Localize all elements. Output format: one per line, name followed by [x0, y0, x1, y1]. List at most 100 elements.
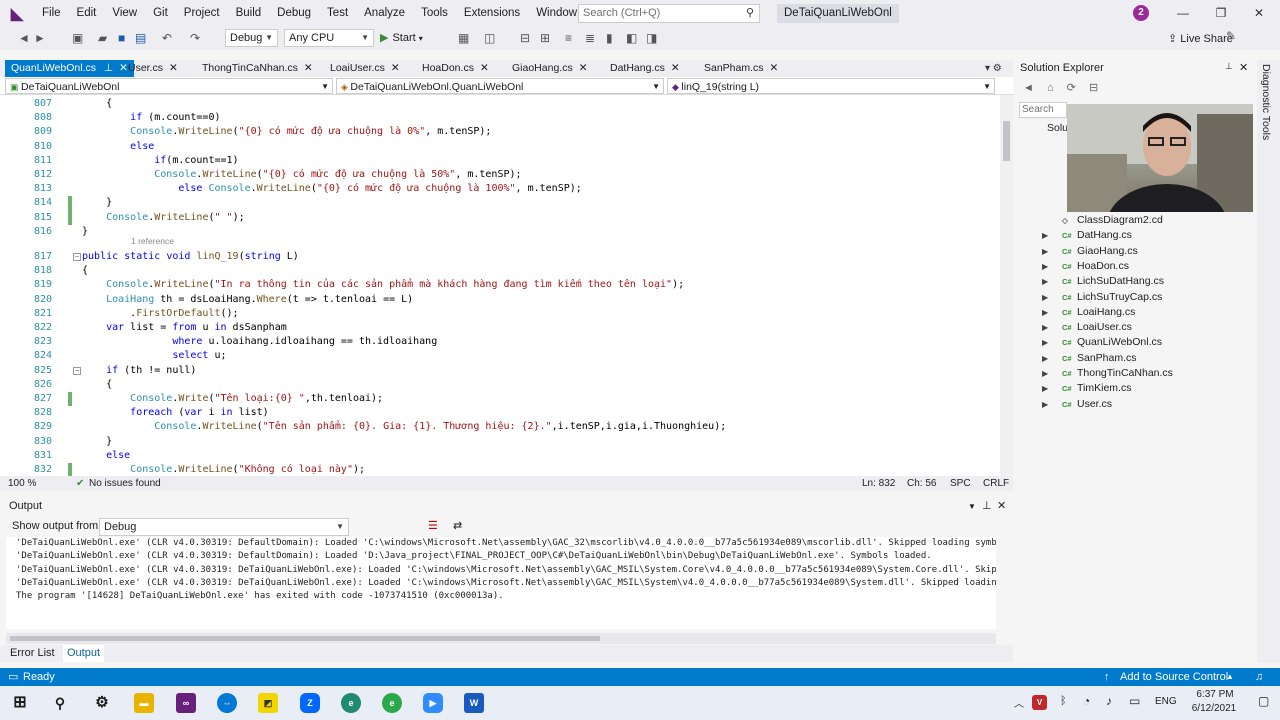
source-control-button[interactable]: Add to Source Control — [1120, 668, 1228, 686]
solution-item[interactable]: ▶ C# TimKiem.cs — [1017, 381, 1254, 396]
code-line[interactable]: { — [82, 97, 1013, 111]
minimize-button[interactable]: — — [1164, 0, 1202, 27]
undo-icon[interactable]: ↶ — [162, 31, 172, 45]
scrollbar-thumb[interactable] — [1003, 121, 1010, 161]
vietkey-icon[interactable]: V — [1032, 695, 1047, 710]
close-tab-icon[interactable]: ✕ — [169, 62, 178, 74]
close-panel-icon[interactable]: ✕ — [997, 498, 1006, 515]
settings-gear-icon[interactable]: ⚙ — [92, 693, 112, 713]
code-line[interactable]: where u.loaihang.idloaihang == th.idloai… — [82, 335, 1013, 349]
tab-dathang-cs[interactable]: DatHang.cs ✕ — [604, 60, 686, 77]
solution-item[interactable]: ▶ C# GiaoHang.cs — [1017, 244, 1254, 259]
code-line[interactable]: Console.WriteLine("In ra thông tin của c… — [82, 278, 1013, 292]
visual-studio-icon[interactable]: ∞ — [176, 693, 196, 713]
expand-arrow-icon[interactable]: ▶ — [1042, 381, 1048, 396]
zalo-icon[interactable]: Z — [300, 693, 320, 713]
code-line[interactable]: .FirstOrDefault(); — [82, 307, 1013, 321]
new-project-icon[interactable]: ▣ — [72, 31, 83, 45]
tab-quanliwebonl-cs[interactable]: QuanLiWebOnl.cs ⊥ ✕ — [5, 60, 134, 77]
feedback-icon[interactable]: ✎ — [1226, 29, 1236, 43]
menu-item-tools[interactable]: Tools — [413, 0, 456, 27]
code-line[interactable]: Console.WriteLine(" "); — [82, 211, 1013, 225]
code-line[interactable]: foreach (var i in list) — [82, 406, 1013, 420]
word-icon[interactable]: W — [464, 693, 484, 713]
solution-item[interactable]: ▶ C# User.cs — [1017, 397, 1254, 412]
open-folder-icon[interactable]: ▰ — [98, 31, 107, 45]
bottom-tab-error-list[interactable]: Error List — [10, 645, 55, 662]
expand-arrow-icon[interactable]: ▶ — [1042, 320, 1048, 335]
clear-all-icon[interactable]: ☰ — [428, 517, 438, 536]
prev-bookmark-icon[interactable]: ◧ — [626, 31, 637, 45]
config-select[interactable]: Debug ▼ — [225, 29, 278, 47]
expand-arrow-icon[interactable]: ▶ — [1042, 244, 1048, 259]
expand-arrow-icon[interactable]: ▶ — [1042, 228, 1048, 243]
close-tab-icon[interactable]: ✕ — [579, 62, 588, 74]
live-share-button[interactable]: ⇪ Live Share — [1168, 30, 1233, 48]
maximize-button[interactable]: ❐ — [1202, 0, 1240, 27]
uncomment-icon[interactable]: ≣ — [585, 31, 595, 45]
menu-item-test[interactable]: Test — [319, 0, 356, 27]
expand-arrow-icon[interactable]: ▶ — [1042, 366, 1048, 381]
code-line[interactable]: } — [82, 225, 1013, 239]
code-line[interactable]: Console.Write("Tên loại:{0} ",th.tenloai… — [82, 392, 1013, 406]
tab-user-cs[interactable]: User.cs ✕ — [122, 60, 184, 77]
solution-item[interactable]: ▶ C# LoaiUser.cs — [1017, 320, 1254, 335]
bookmark-icon[interactable]: ▮ — [606, 31, 613, 45]
bluetooth-icon[interactable]: ᛒ — [1060, 695, 1067, 707]
diagnostic-tools-label[interactable]: Diagnostic Tools — [1260, 64, 1272, 140]
expand-arrow-icon[interactable]: ▶ — [1042, 397, 1048, 412]
solution-item[interactable]: ▶ C# ThongTinCaNhan.cs — [1017, 366, 1254, 381]
menu-item-extensions[interactable]: Extensions — [456, 0, 528, 27]
battery-icon[interactable]: ▭ — [1129, 694, 1140, 708]
zoom-level[interactable]: 100 % — [8, 476, 36, 491]
menu-item-git[interactable]: Git — [145, 0, 176, 27]
clock-time[interactable]: 6:37 PM — [1190, 689, 1240, 700]
code-line[interactable]: var list = from u in dsSanpham — [82, 321, 1013, 335]
align-icon[interactable]: ⊞ — [540, 31, 550, 45]
solution-item[interactable]: ◇ ClassDiagram2.cd — [1017, 213, 1254, 228]
zoom-icon[interactable]: ▶ — [423, 693, 443, 713]
expand-arrow-icon[interactable]: ▶ — [1042, 305, 1048, 320]
tab-hoadon-cs[interactable]: HoaDon.cs ✕ — [416, 60, 495, 77]
close-tab-icon[interactable]: ✕ — [770, 62, 779, 74]
code-line[interactable]: if (m.count==0) — [82, 111, 1013, 125]
code-line[interactable]: public static void linQ_19(string L) — [82, 250, 1013, 264]
pin-icon[interactable]: ⊥ — [1225, 61, 1233, 72]
menu-item-build[interactable]: Build — [228, 0, 270, 27]
code-line[interactable]: select u; — [82, 349, 1013, 363]
sticky-notes-icon[interactable]: ◩ — [258, 693, 278, 713]
menu-item-debug[interactable]: Debug — [269, 0, 319, 27]
code-editor[interactable]: 807 {808 if (m.count==0) 809 Console.Writ… — [0, 95, 1013, 476]
notification-icon[interactable]: ▢ — [1258, 694, 1269, 708]
visual-studio-logo-icon[interactable]: ◣ — [0, 0, 34, 27]
editor-vertical-scrollbar[interactable] — [1000, 95, 1013, 476]
code-line[interactable]: else Console.WriteLine("{0} có mức độ ưa… — [82, 182, 1013, 196]
word-wrap-icon[interactable]: ⇄ — [453, 517, 462, 536]
sync-icon[interactable]: ⟳ — [1067, 82, 1076, 94]
notification-bell-icon[interactable]: ♫ — [1255, 668, 1263, 686]
expand-arrow-icon[interactable]: ▶ — [1042, 259, 1048, 274]
panel-menu-icon[interactable]: ▼ — [968, 498, 976, 515]
whitespace-mode[interactable]: SPC — [950, 476, 971, 491]
browse-icon[interactable]: ▦ — [458, 31, 469, 45]
expand-arrow-icon[interactable]: ▶ — [1042, 351, 1048, 366]
line-ending[interactable]: CRLF — [983, 476, 1009, 491]
diagnostic-tools-panel[interactable]: Diagnostic Tools — [1257, 60, 1280, 663]
solution-item[interactable]: ▶ C# LichSuDatHang.cs — [1017, 274, 1254, 289]
platform-select[interactable]: Any CPU ▼ — [284, 29, 374, 47]
next-bookmark-icon[interactable]: ◨ — [646, 31, 657, 45]
chevron-up-icon[interactable]: ︿ — [1014, 695, 1024, 710]
redo-icon[interactable]: ↷ — [190, 31, 200, 45]
solution-item[interactable]: ▶ C# LoaiHang.cs — [1017, 305, 1254, 320]
code-line[interactable]: else — [82, 449, 1013, 463]
menu-item-edit[interactable]: Edit — [69, 0, 105, 27]
back-icon[interactable]: ◄ — [18, 31, 30, 45]
close-tab-icon[interactable]: ✕ — [480, 62, 489, 74]
member-dropdown[interactable]: ◆ linQ_19(string L) ▼ — [667, 78, 995, 94]
close-icon[interactable]: ✕ — [1239, 61, 1248, 74]
bottom-tab-output[interactable]: Output — [63, 645, 105, 662]
code-line[interactable]: Console.WriteLine("{0} có mức độ ưa chuộ… — [82, 125, 1013, 139]
menu-item-project[interactable]: Project — [176, 0, 228, 27]
close-tab-icon[interactable]: ✕ — [304, 62, 313, 74]
code-line[interactable]: LoaiHang th = dsLoaiHang.Where(t => t.te… — [82, 293, 1013, 307]
